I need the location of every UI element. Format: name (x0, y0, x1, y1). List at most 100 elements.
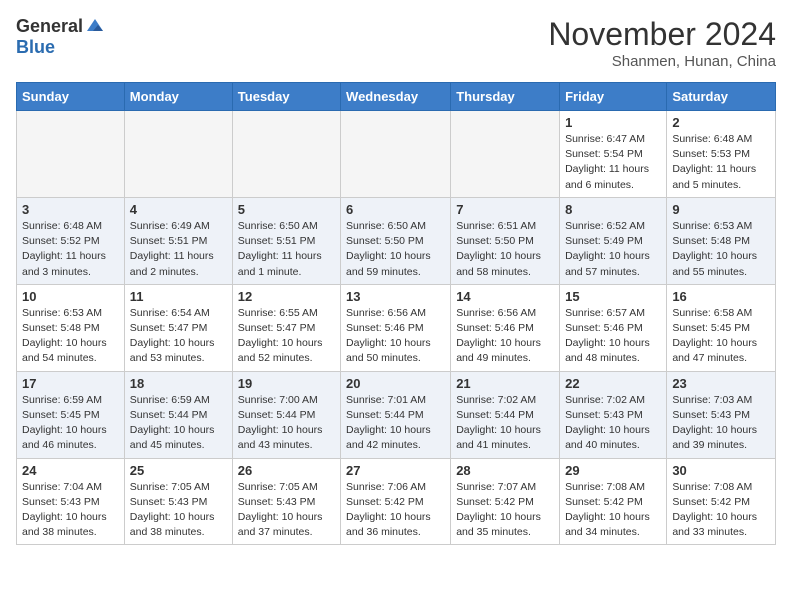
calendar-cell: 27 Sunrise: 7:06 AM Sunset: 5:42 PM Dayli… (341, 458, 451, 545)
weekday-header-tuesday: Tuesday (232, 83, 340, 111)
calendar-cell: 25Sunrise: 7:05 AM Sunset: 5:43 PM Dayli… (124, 458, 232, 545)
weekday-header-friday: Friday (560, 83, 667, 111)
calendar-cell (451, 111, 560, 198)
day-number: 6 (346, 202, 445, 217)
calendar-cell: 7 Sunrise: 6:51 AM Sunset: 5:50 PM Daylig… (451, 197, 560, 284)
day-number: 23 (672, 376, 770, 391)
day-number: 24 (22, 463, 119, 478)
day-number: 18 (130, 376, 227, 391)
calendar-cell: 28Sunrise: 7:07 AM Sunset: 5:42 PM Dayli… (451, 458, 560, 545)
day-info: Sunrise: 6:50 AM Sunset: 5:51 PM Dayligh… (238, 219, 335, 280)
day-number: 3 (22, 202, 119, 217)
calendar-table: SundayMondayTuesdayWednesdayThursdayFrid… (16, 82, 776, 545)
day-number: 14 (456, 289, 554, 304)
day-number: 12 (238, 289, 335, 304)
day-info: Sunrise: 7:02 AM Sunset: 5:44 PM Dayligh… (456, 393, 554, 454)
calendar-week-3: 10Sunrise: 6:53 AM Sunset: 5:48 PM Dayli… (17, 284, 776, 371)
day-number: 4 (130, 202, 227, 217)
day-number: 11 (130, 289, 227, 304)
day-info: Sunrise: 6:58 AM Sunset: 5:45 PM Dayligh… (672, 306, 770, 367)
day-info: Sunrise: 7:00 AM Sunset: 5:44 PM Dayligh… (238, 393, 335, 454)
calendar-cell: 19 Sunrise: 7:00 AM Sunset: 5:44 PM Dayli… (232, 371, 340, 458)
weekday-header-thursday: Thursday (451, 83, 560, 111)
day-number: 20 (346, 376, 445, 391)
day-info: Sunrise: 6:54 AM Sunset: 5:47 PM Dayligh… (130, 306, 227, 367)
calendar-cell: 6 Sunrise: 6:50 AM Sunset: 5:50 PM Daylig… (341, 197, 451, 284)
day-info: Sunrise: 7:07 AM Sunset: 5:42 PM Dayligh… (456, 480, 554, 541)
calendar-cell (341, 111, 451, 198)
day-info: Sunrise: 7:08 AM Sunset: 5:42 PM Dayligh… (672, 480, 770, 541)
weekday-header-wednesday: Wednesday (341, 83, 451, 111)
day-info: Sunrise: 7:05 AM Sunset: 5:43 PM Dayligh… (238, 480, 335, 541)
calendar-cell (124, 111, 232, 198)
day-number: 19 (238, 376, 335, 391)
day-number: 17 (22, 376, 119, 391)
calendar-cell: 15 Sunrise: 6:57 AM Sunset: 5:46 PM Dayli… (560, 284, 667, 371)
day-number: 7 (456, 202, 554, 217)
logo-general-text: General (16, 16, 83, 37)
day-number: 29 (565, 463, 661, 478)
day-number: 13 (346, 289, 445, 304)
calendar-cell: 18 Sunrise: 6:59 AM Sunset: 5:44 PM Dayli… (124, 371, 232, 458)
day-info: Sunrise: 6:53 AM Sunset: 5:48 PM Dayligh… (22, 306, 119, 367)
weekday-header-monday: Monday (124, 83, 232, 111)
calendar-cell: 29 Sunrise: 7:08 AM Sunset: 5:42 PM Dayli… (560, 458, 667, 545)
day-number: 16 (672, 289, 770, 304)
weekday-header-sunday: Sunday (17, 83, 125, 111)
day-number: 1 (565, 115, 661, 130)
day-info: Sunrise: 6:56 AM Sunset: 5:46 PM Dayligh… (456, 306, 554, 367)
calendar-cell: 12 Sunrise: 6:55 AM Sunset: 5:47 PM Dayli… (232, 284, 340, 371)
day-info: Sunrise: 6:56 AM Sunset: 5:46 PM Dayligh… (346, 306, 445, 367)
day-info: Sunrise: 6:57 AM Sunset: 5:46 PM Dayligh… (565, 306, 661, 367)
calendar-cell: 23Sunrise: 7:03 AM Sunset: 5:43 PM Dayli… (667, 371, 776, 458)
weekday-header-row: SundayMondayTuesdayWednesdayThursdayFrid… (17, 83, 776, 111)
calendar-cell: 5Sunrise: 6:50 AM Sunset: 5:51 PM Daylig… (232, 197, 340, 284)
day-number: 22 (565, 376, 661, 391)
day-number: 2 (672, 115, 770, 130)
calendar-week-1: 1 Sunrise: 6:47 AM Sunset: 5:54 PM Daylig… (17, 111, 776, 198)
day-info: Sunrise: 7:06 AM Sunset: 5:42 PM Dayligh… (346, 480, 445, 541)
day-info: Sunrise: 6:47 AM Sunset: 5:54 PM Dayligh… (565, 132, 661, 193)
logo: General Blue (16, 16, 105, 58)
calendar-cell: 13 Sunrise: 6:56 AM Sunset: 5:46 PM Dayli… (341, 284, 451, 371)
day-info: Sunrise: 6:51 AM Sunset: 5:50 PM Dayligh… (456, 219, 554, 280)
location: Shanmen, Hunan, China (548, 53, 776, 70)
calendar-cell: 17 Sunrise: 6:59 AM Sunset: 5:45 PM Dayli… (17, 371, 125, 458)
day-number: 27 (346, 463, 445, 478)
day-number: 15 (565, 289, 661, 304)
day-info: Sunrise: 6:53 AM Sunset: 5:48 PM Dayligh… (672, 219, 770, 280)
calendar-week-2: 3 Sunrise: 6:48 AM Sunset: 5:52 PM Daylig… (17, 197, 776, 284)
logo-icon (85, 17, 105, 37)
calendar-cell: 11 Sunrise: 6:54 AM Sunset: 5:47 PM Dayli… (124, 284, 232, 371)
day-number: 26 (238, 463, 335, 478)
day-info: Sunrise: 6:49 AM Sunset: 5:51 PM Dayligh… (130, 219, 227, 280)
calendar-cell: 24 Sunrise: 7:04 AM Sunset: 5:43 PM Dayli… (17, 458, 125, 545)
calendar-cell: 9 Sunrise: 6:53 AM Sunset: 5:48 PM Daylig… (667, 197, 776, 284)
calendar-cell (232, 111, 340, 198)
day-info: Sunrise: 6:48 AM Sunset: 5:52 PM Dayligh… (22, 219, 119, 280)
day-info: Sunrise: 7:04 AM Sunset: 5:43 PM Dayligh… (22, 480, 119, 541)
weekday-header-saturday: Saturday (667, 83, 776, 111)
day-info: Sunrise: 6:50 AM Sunset: 5:50 PM Dayligh… (346, 219, 445, 280)
calendar-cell: 8Sunrise: 6:52 AM Sunset: 5:49 PM Daylig… (560, 197, 667, 284)
page-header: General Blue November 2024 Shanmen, Huna… (16, 16, 776, 70)
day-number: 21 (456, 376, 554, 391)
day-info: Sunrise: 6:48 AM Sunset: 5:53 PM Dayligh… (672, 132, 770, 193)
calendar-cell (17, 111, 125, 198)
calendar-week-5: 24 Sunrise: 7:04 AM Sunset: 5:43 PM Dayli… (17, 458, 776, 545)
day-number: 25 (130, 463, 227, 478)
calendar-week-4: 17 Sunrise: 6:59 AM Sunset: 5:45 PM Dayli… (17, 371, 776, 458)
calendar-cell: 21 Sunrise: 7:02 AM Sunset: 5:44 PM Dayli… (451, 371, 560, 458)
calendar-cell: 20Sunrise: 7:01 AM Sunset: 5:44 PM Dayli… (341, 371, 451, 458)
day-info: Sunrise: 6:59 AM Sunset: 5:44 PM Dayligh… (130, 393, 227, 454)
calendar-cell: 22Sunrise: 7:02 AM Sunset: 5:43 PM Dayli… (560, 371, 667, 458)
calendar-cell: 2 Sunrise: 6:48 AM Sunset: 5:53 PM Daylig… (667, 111, 776, 198)
title-block: November 2024 Shanmen, Hunan, China (548, 16, 776, 70)
calendar-cell: 16 Sunrise: 6:58 AM Sunset: 5:45 PM Dayli… (667, 284, 776, 371)
day-number: 9 (672, 202, 770, 217)
logo-blue-text: Blue (16, 37, 55, 58)
day-info: Sunrise: 6:55 AM Sunset: 5:47 PM Dayligh… (238, 306, 335, 367)
month-title: November 2024 (548, 16, 776, 53)
day-info: Sunrise: 6:59 AM Sunset: 5:45 PM Dayligh… (22, 393, 119, 454)
day-info: Sunrise: 7:08 AM Sunset: 5:42 PM Dayligh… (565, 480, 661, 541)
